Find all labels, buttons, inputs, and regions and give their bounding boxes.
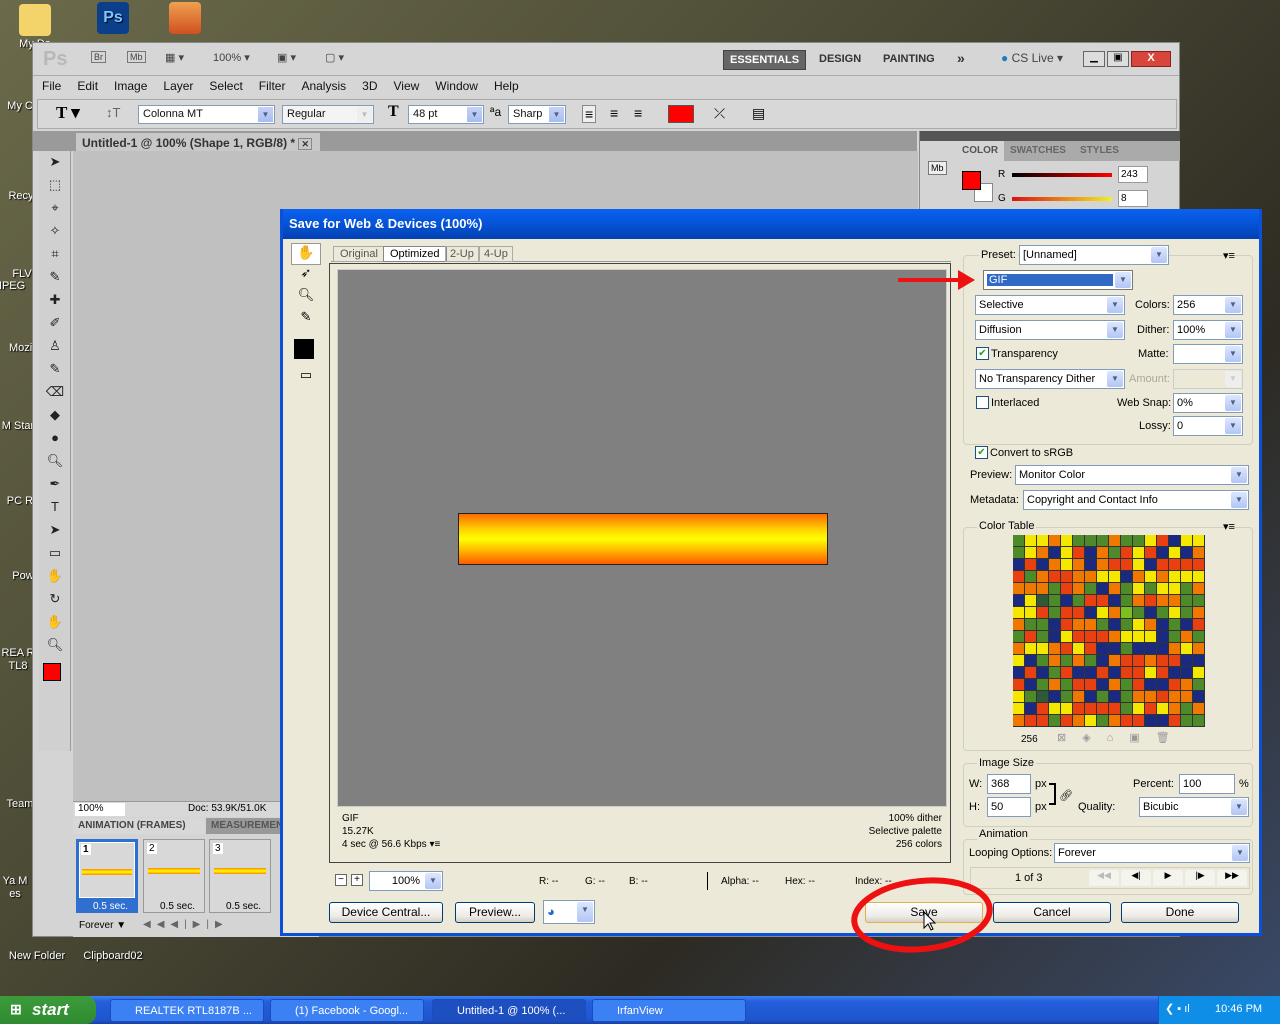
system-tray: ❮ ▪ ıl 10:46 PM: [1158, 996, 1280, 1024]
mouse-cursor-icon: [923, 910, 937, 931]
start-button[interactable]: ⊞ start: [0, 996, 96, 1024]
annotation-overlay: [851, 270, 993, 953]
red-circle-annotation: [851, 877, 993, 953]
task-photoshop[interactable]: Untitled-1 @ 100% (...: [432, 999, 586, 1022]
taskbar: ⊞ start REALTEK RTL8187B ... (1) Facebook…: [0, 996, 1280, 1024]
tray-icons[interactable]: ❮ ▪ ıl: [1165, 1002, 1190, 1015]
task-irfanview[interactable]: IrfanView: [592, 999, 746, 1022]
red-arrow-annotation: [898, 270, 975, 290]
clock: 10:46 PM: [1215, 1003, 1263, 1015]
windows-logo-icon: ⊞: [10, 1001, 22, 1017]
foreground-color-swatch[interactable]: [962, 171, 981, 190]
task-facebook-chrome[interactable]: (1) Facebook - Googl...: [270, 999, 424, 1022]
task-realtek[interactable]: REALTEK RTL8187B ...: [110, 999, 264, 1022]
